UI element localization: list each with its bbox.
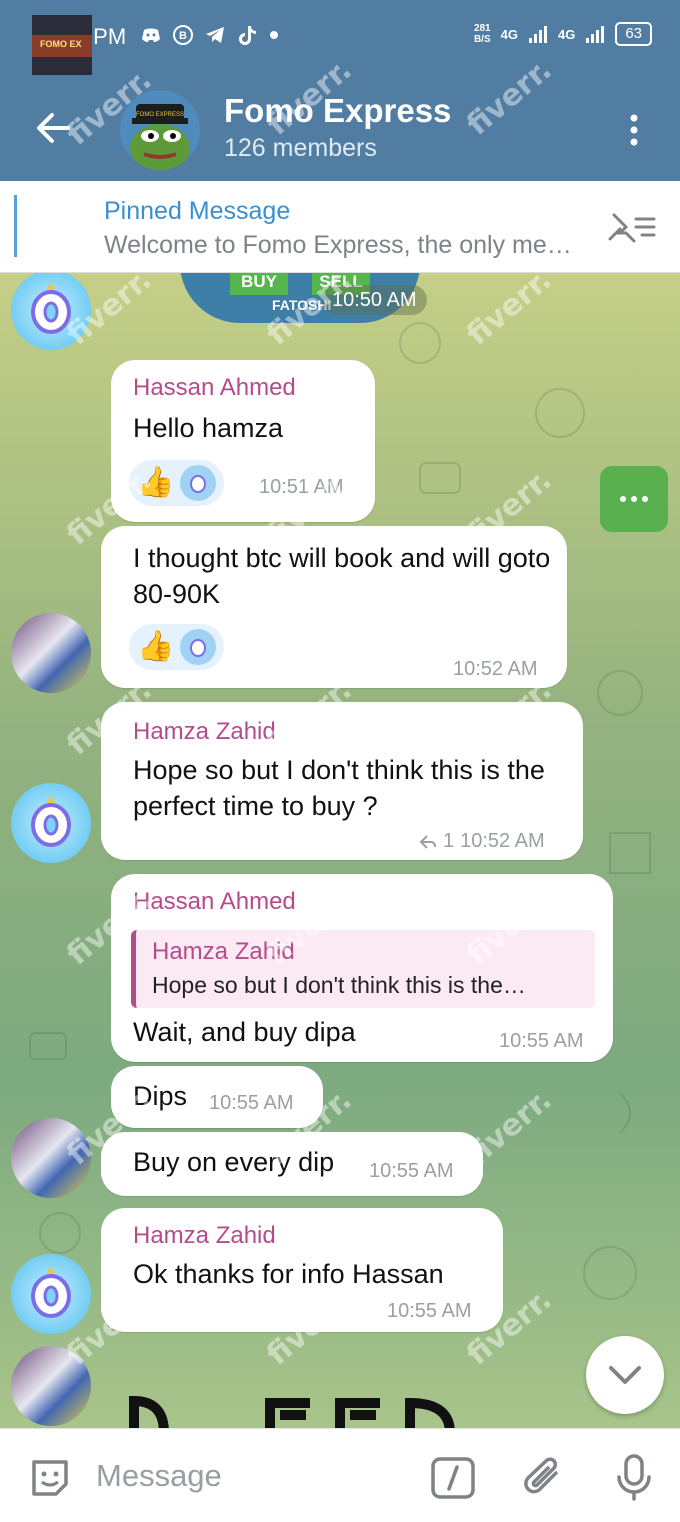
message-meta: 1 10:52 AM xyxy=(419,830,545,853)
sender-name[interactable]: Hassan Ahmed xyxy=(133,888,296,916)
signal-bars-icon xyxy=(586,26,605,43)
message-bubble[interactable]: Dips 10:55 AM xyxy=(111,1066,323,1128)
message-time: 10:55 AM xyxy=(369,1160,454,1182)
pinned-indicator xyxy=(14,195,17,257)
message-text: I thought btc will book and will goto 80… xyxy=(133,543,551,609)
pinned-thumb-image: FOMO EX xyxy=(32,15,92,75)
telegram-icon xyxy=(206,27,224,43)
donut-icon xyxy=(190,475,207,493)
avatar-caption: FOMO EXPRESS xyxy=(136,112,184,118)
reply-sender: Hamza Zahid xyxy=(152,938,295,965)
message-text: Hello hamza xyxy=(133,413,284,443)
pinned-preview: Welcome to Fomo Express, the only me… xyxy=(104,231,572,259)
chevron-down-icon xyxy=(609,1366,641,1384)
bot-commands-icon[interactable] xyxy=(430,1456,476,1500)
pepe-avatar-icon: FOMO EXPRESS xyxy=(130,104,190,170)
reply-quote[interactable]: Hamza Zahid Hope so but I don't think th… xyxy=(131,930,595,1008)
pinned-message-bar[interactable]: FOMO EX Pinned Message Welcome to Fomo E… xyxy=(0,15,680,273)
sender-name[interactable]: Hamza Zahid xyxy=(133,1222,276,1250)
back-arrow-icon[interactable] xyxy=(32,108,72,148)
battery-indicator: 63 xyxy=(615,22,652,46)
message-bubble[interactable]: Hassan Ahmed Hamza Zahid Hope so but I d… xyxy=(111,874,613,1062)
app-header: 12:36 PM B 281 B/S 4G 4G 63 FOMO xyxy=(0,0,680,181)
message-text: Buy on every dip xyxy=(133,1147,335,1177)
message-text: Dips xyxy=(133,1081,188,1111)
sender-avatar[interactable] xyxy=(11,1346,91,1426)
chat-area[interactable]: BUY SELL FATOSHI 10:50 AM Hassan Ahmed H… xyxy=(0,273,680,1428)
pinned-thumbnail: FOMO EX xyxy=(32,15,92,75)
tiktok-icon xyxy=(239,26,256,45)
sticker-time: 10:50 AM xyxy=(322,285,427,315)
b-app-icon: B xyxy=(173,25,193,45)
svg-text:B: B xyxy=(179,30,187,42)
signal-bars-icon xyxy=(528,26,547,43)
composer-bar xyxy=(0,1428,680,1522)
chat-title[interactable]: Fomo Express xyxy=(224,92,451,130)
scroll-down-button[interactable] xyxy=(586,1336,664,1414)
donut-icon xyxy=(190,639,207,657)
attach-paperclip-icon[interactable] xyxy=(520,1453,566,1501)
message-time: 10:55 AM xyxy=(499,1030,584,1052)
reactor-avatar xyxy=(180,465,217,501)
message-bubble[interactable]: Hamza Zahid Hope so but I don't think th… xyxy=(101,702,583,860)
signal-label-2: 4G xyxy=(557,26,576,42)
sticker-emoji-icon[interactable] xyxy=(28,1456,72,1500)
message-bubble[interactable]: Buy on every dip 10:55 AM xyxy=(101,1132,483,1196)
net-speed: 281 B/S xyxy=(473,23,491,45)
bot-menu-button[interactable] xyxy=(600,466,668,532)
pinned-title: Pinned Message xyxy=(104,197,291,225)
unpin-list-icon[interactable] xyxy=(608,211,658,243)
reply-count[interactable]: 1 xyxy=(443,830,454,853)
discord-icon xyxy=(142,28,160,42)
member-count: 126 members xyxy=(224,134,377,162)
sender-avatar[interactable] xyxy=(11,783,91,863)
message-text: Wait, and buy dipa xyxy=(133,1017,356,1047)
donut-avatar-icon xyxy=(31,1266,71,1318)
message-text: Hope so but I don't think this is the pe… xyxy=(133,755,545,821)
system-indicators: 281 B/S 4G 4G 63 xyxy=(474,22,652,46)
reactions-row[interactable]: 👍 xyxy=(129,460,225,506)
message-time: 10:55 AM xyxy=(209,1092,294,1114)
group-avatar[interactable]: FOMO EXPRESS xyxy=(120,90,200,170)
sticker-buy-label: BUY xyxy=(230,273,288,295)
reactor-avatar xyxy=(180,629,217,665)
partial-sticker[interactable] xyxy=(120,1393,460,1428)
donut-avatar-icon xyxy=(31,282,71,334)
message-time: 10:55 AM xyxy=(387,1300,472,1322)
status-bar: 12:36 PM B 281 B/S 4G 4G 63 xyxy=(0,0,680,76)
message-text: Ok thanks for info Hassan xyxy=(133,1259,444,1289)
more-menu-icon[interactable] xyxy=(622,110,646,150)
message-input[interactable] xyxy=(96,1451,396,1501)
microphone-icon[interactable] xyxy=(614,1453,654,1501)
sender-avatar[interactable] xyxy=(11,1118,91,1198)
message-time: 10:52 AM xyxy=(453,658,538,680)
signal-label-1: 4G xyxy=(500,26,518,42)
reply-arrow-icon xyxy=(419,834,436,849)
sender-name[interactable]: Hamza Zahid xyxy=(133,718,276,746)
sender-avatar[interactable] xyxy=(11,1254,91,1334)
pinned-thumb-caption: FOMO EX xyxy=(40,39,82,49)
sender-avatar[interactable] xyxy=(11,613,91,693)
sender-avatar[interactable] xyxy=(11,273,91,350)
reply-text: Hope so but I don't think this is the… xyxy=(152,972,526,998)
message-bubble[interactable]: Hassan Ahmed Hello hamza 👍 10:51 AM xyxy=(111,360,375,522)
thumbs-up-icon[interactable]: 👍 xyxy=(137,632,174,662)
donut-avatar-icon xyxy=(31,795,71,847)
reactions-row[interactable]: 👍 xyxy=(129,624,225,670)
message-bubble[interactable]: I thought btc will book and will goto 80… xyxy=(101,526,567,688)
thumbs-up-icon[interactable]: 👍 xyxy=(137,468,174,498)
message-bubble[interactable]: Hamza Zahid Ok thanks for info Hassan 10… xyxy=(101,1208,503,1332)
message-time: 10:52 AM xyxy=(460,830,545,852)
dot-icon xyxy=(270,31,278,39)
notification-icons: B xyxy=(140,24,280,46)
sender-name[interactable]: Hassan Ahmed xyxy=(133,374,296,402)
message-time: 10:51 AM xyxy=(259,476,344,498)
